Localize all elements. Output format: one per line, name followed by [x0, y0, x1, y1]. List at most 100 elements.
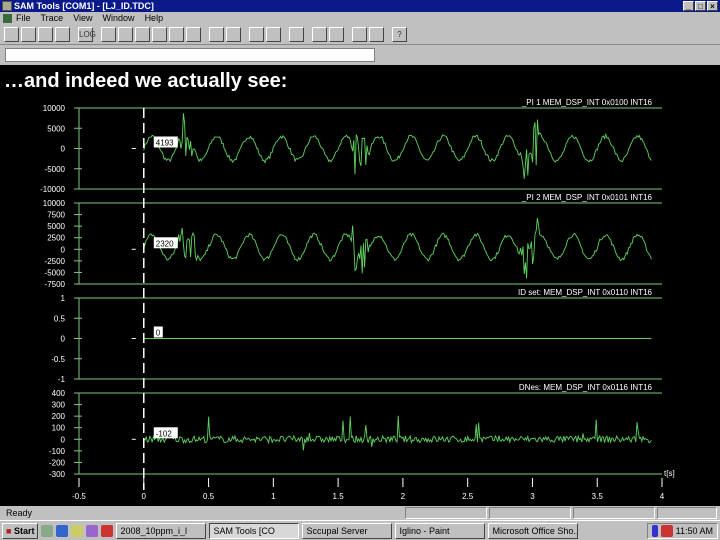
explorer-icon[interactable] [71, 524, 84, 537]
step2-icon[interactable] [135, 27, 150, 42]
open-icon[interactable] [21, 27, 36, 42]
menu-help[interactable]: Help [145, 12, 164, 25]
x-axis-label: t[s] [664, 469, 675, 478]
zoom-y-icon[interactable] [209, 27, 224, 42]
help-icon[interactable]: ? [392, 27, 407, 42]
cursor-value: 2320 [156, 239, 174, 248]
y-tick-label: 5000 [47, 222, 65, 231]
zoom-x-icon[interactable] [186, 27, 201, 42]
menu-bar: File Trace View Window Help [0, 12, 720, 25]
taskbar-task[interactable]: Sccupal Server [302, 522, 393, 539]
x-tick-label: 3 [530, 492, 535, 501]
taskbar-task[interactable]: SAM Tools [CO [209, 522, 300, 539]
y-tick-label: -1 [58, 375, 66, 384]
panel-title: ID set: MEM_DSP_INT 0x0110 INT16 [518, 288, 653, 297]
system-tray: 11:50 AM [646, 522, 718, 539]
status-text: Ready [6, 508, 33, 518]
print-icon[interactable] [55, 27, 70, 42]
new-icon[interactable] [4, 27, 19, 42]
y-tick-label: 10000 [43, 104, 66, 113]
y-tick-label: -10000 [40, 185, 65, 194]
x-tick-label: 4 [660, 492, 665, 501]
y-tick-label: 0.5 [54, 314, 66, 323]
menu-trace[interactable]: Trace [41, 12, 64, 25]
y-tick-label: -2500 [45, 257, 66, 266]
y-tick-label: -100 [49, 447, 66, 456]
panel-title: _PI 2 MEM_DSP_INT 0x0101 INT16 [521, 193, 653, 202]
fit-icon[interactable] [226, 27, 241, 42]
save-icon[interactable] [38, 27, 53, 42]
y-tick-label: 0 [61, 245, 66, 254]
x-tick-label: 1.5 [333, 492, 345, 501]
window-title: SAM Tools [COM1] - [LJ_ID.TDC] [14, 1, 154, 11]
y-tick-label: 10000 [43, 199, 66, 208]
x-tick-label: 2 [401, 492, 406, 501]
toolbar: LOG? [0, 25, 720, 45]
command-input[interactable] [5, 48, 375, 62]
y-tick-label: 1 [61, 294, 66, 303]
app-quick-icon[interactable] [86, 524, 99, 537]
y-tick-label: 400 [52, 389, 66, 398]
document-icon [3, 14, 12, 23]
cursor-value: -102 [156, 429, 173, 438]
y-tick-label: -300 [49, 470, 66, 479]
taskbar-task[interactable]: Microsoft Office Sho... [488, 522, 579, 539]
title-bar: SAM Tools [COM1] - [LJ_ID.TDC] _ □ × [0, 0, 720, 12]
close-button[interactable]: × [707, 1, 718, 11]
stop-icon[interactable] [169, 27, 184, 42]
y-tick-label: 0 [61, 145, 66, 154]
x-tick-label: 3.5 [592, 492, 604, 501]
taskbar-task[interactable]: 2008_10ppm_i_l [116, 522, 207, 539]
zoom-out-icon[interactable] [312, 27, 327, 42]
y-tick-label: -5000 [45, 268, 66, 277]
y-tick-label: 0 [61, 435, 66, 444]
tray-icon[interactable] [651, 524, 658, 537]
menu-window[interactable]: Window [103, 12, 135, 25]
desktop-icon[interactable] [41, 524, 54, 537]
taskbar: ■ Start 2008_10ppm_i_l SAM Tools [CO Sccup… [0, 520, 720, 540]
run-icon[interactable] [152, 27, 167, 42]
clock: 11:50 AM [675, 525, 713, 536]
x-tick-label: 0.5 [203, 492, 215, 501]
log-icon[interactable]: LOG [78, 27, 96, 42]
y-tick-label: 200 [52, 412, 66, 421]
y-tick-label: 0 [61, 335, 66, 344]
tile-v-icon[interactable] [369, 27, 384, 42]
app2-quick-icon[interactable] [101, 524, 114, 537]
step-icon[interactable] [118, 27, 133, 42]
x-tick-label: 2.5 [462, 492, 474, 501]
cursor-value: 4193 [156, 139, 174, 148]
load-icon[interactable] [101, 27, 116, 42]
y-tick-label: 2500 [47, 234, 65, 243]
menu-file[interactable]: File [16, 12, 31, 25]
panel-title: DNes: MEM_DSP_INT 0x0116 INT16 [519, 383, 653, 392]
y-tick-label: 7500 [47, 211, 65, 220]
y-tick-label: 5000 [47, 124, 65, 133]
grid-icon[interactable] [249, 27, 264, 42]
app-icon [2, 1, 12, 11]
x-tick-label: -0.5 [72, 492, 86, 501]
status-bar: Ready [0, 506, 720, 520]
y-tick-label: -7500 [45, 280, 66, 289]
minimize-button[interactable]: _ [683, 1, 694, 11]
trace-line-4 [143, 415, 652, 451]
trace-plot[interactable]: _PI 1 MEM_DSP_INT 0x0100 INT161000050000… [0, 95, 720, 505]
trace-line-1 [143, 113, 652, 179]
panel-title: _PI 1 MEM_DSP_INT 0x0100 INT16 [521, 98, 653, 107]
tile-h-icon[interactable] [352, 27, 367, 42]
menu-view[interactable]: View [73, 12, 92, 25]
maximize-button[interactable]: □ [695, 1, 706, 11]
slide-heading: …and indeed we actually see: [4, 70, 288, 92]
window-icon[interactable] [266, 27, 281, 42]
ie-icon[interactable] [56, 524, 69, 537]
zoom-in-icon[interactable] [289, 27, 304, 42]
tray-icon[interactable] [660, 524, 673, 537]
cascade-icon[interactable] [329, 27, 344, 42]
y-tick-label: -0.5 [51, 355, 65, 364]
y-tick-label: 100 [52, 424, 66, 433]
start-button[interactable]: ■ Start [2, 522, 39, 539]
x-tick-label: 0 [142, 492, 147, 501]
y-tick-label: -200 [49, 458, 66, 467]
taskbar-task[interactable]: Iglino - Paint [395, 522, 486, 539]
x-tick-label: 1 [271, 492, 276, 501]
